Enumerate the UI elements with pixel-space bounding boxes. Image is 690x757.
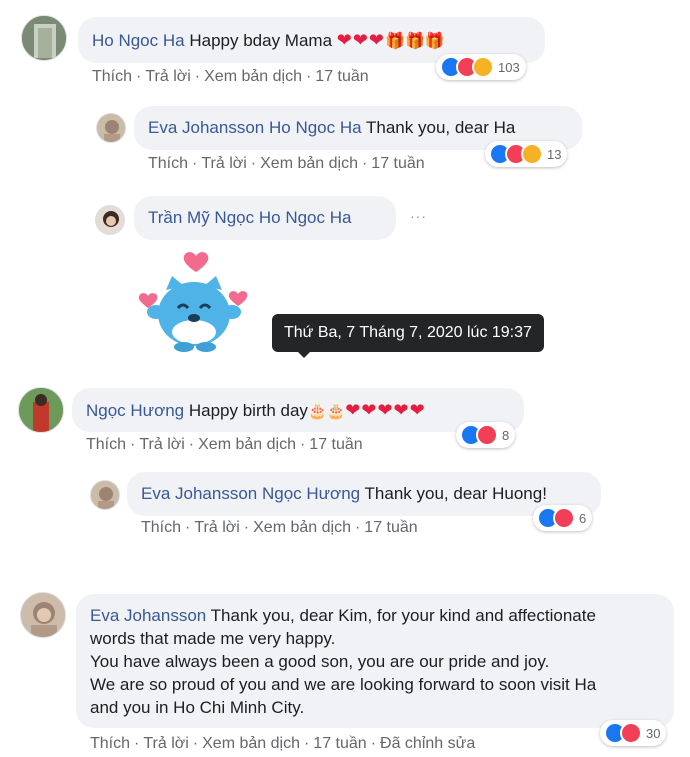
- avatar[interactable]: [90, 480, 120, 510]
- comment-author[interactable]: Eva Johansson: [90, 606, 206, 625]
- comment-text: Thank you, dear Huong!: [364, 484, 547, 503]
- reaction-count: 8: [502, 427, 510, 443]
- comment-actions: Thích · Trả lời · Xem bản dịch · 17 tuần: [92, 68, 369, 85]
- sticker: [132, 250, 254, 356]
- comment-time[interactable]: 17 tuần: [371, 155, 424, 172]
- comment-text-line: You have always been a good son, you are…: [90, 652, 550, 671]
- comment-actions: Thích · Trả lời · Xem bản dịch · 17 tuần: [148, 155, 425, 172]
- avatar-image: [91, 481, 119, 509]
- gift-emoji-icon: 🎁🎁🎁: [385, 33, 445, 50]
- avatar[interactable]: [95, 205, 125, 235]
- avatar-image: [96, 206, 124, 234]
- care-reaction-icon: [521, 143, 543, 165]
- reply-link[interactable]: Trả lời: [145, 68, 190, 85]
- avatar-image: [19, 388, 63, 432]
- mention-link[interactable]: Ngọc Hương: [262, 484, 360, 503]
- comment-text-line: We are so proud of you and we are lookin…: [90, 675, 597, 694]
- see-translation-link[interactable]: Xem bản dịch: [260, 155, 358, 172]
- reaction-summary[interactable]: 13: [485, 141, 568, 167]
- comment-time[interactable]: 17 tuần: [309, 436, 362, 453]
- comment-bubble: Ngọc Hương Happy birth day🎂🎂❤❤❤❤❤: [72, 388, 524, 432]
- comment-author[interactable]: Trần Mỹ Ngọc: [148, 208, 254, 227]
- reply-link[interactable]: Trả lời: [139, 436, 184, 453]
- comment-author[interactable]: Ngọc Hương: [86, 401, 184, 420]
- like-link[interactable]: Thích: [86, 436, 126, 453]
- avatar[interactable]: [21, 15, 67, 61]
- comment-text-line: and you in Ho Chi Minh City.: [90, 698, 305, 717]
- comment-text: Happy birth day: [188, 401, 308, 420]
- comment-bubble: Eva Johansson Thank you, dear Kim, for y…: [76, 594, 674, 728]
- reaction-summary[interactable]: 30: [600, 720, 667, 746]
- avatar-image: [21, 593, 65, 637]
- reaction-count: 6: [579, 510, 587, 526]
- avatar[interactable]: [96, 113, 126, 143]
- comment-actions: Thích · Trả lời · Xem bản dịch · 17 tuần: [141, 519, 418, 536]
- reply-link[interactable]: Trả lời: [194, 519, 239, 536]
- comment-time[interactable]: 17 tuần: [315, 68, 368, 85]
- edited-label[interactable]: Đã chỉnh sửa: [380, 735, 475, 752]
- heart-emoji-icon: ❤❤❤: [336, 30, 386, 50]
- reaction-summary[interactable]: 6: [533, 505, 593, 531]
- see-translation-link[interactable]: Xem bản dịch: [202, 735, 300, 752]
- comment-author[interactable]: Ho Ngoc Ha: [92, 31, 185, 50]
- mention-link[interactable]: Ho Ngoc Ha: [269, 118, 362, 137]
- comment-author[interactable]: Eva Johansson: [141, 484, 257, 503]
- comment-actions: Thích · Trả lời · Xem bản dịch · 17 tuần · Đã ch…: [90, 735, 476, 752]
- reaction-count: 13: [547, 146, 562, 162]
- reaction-summary[interactable]: 8: [456, 422, 516, 448]
- comment-time[interactable]: 17 tuần: [364, 519, 417, 536]
- mention-link[interactable]: Ho Ngoc Ha: [259, 208, 352, 227]
- love-reaction-icon: [620, 722, 642, 744]
- avatar[interactable]: [18, 387, 64, 433]
- comment-author[interactable]: Eva Johansson: [148, 118, 264, 137]
- see-translation-link[interactable]: Xem bản dịch: [204, 68, 302, 85]
- comment-text: Happy bday Mama: [189, 31, 333, 50]
- like-link[interactable]: Thích: [141, 519, 181, 536]
- love-reaction-icon: [476, 424, 498, 446]
- comment-text-line: words that made me very happy.: [90, 629, 336, 648]
- reply-link[interactable]: Trả lời: [143, 735, 188, 752]
- more-options-icon[interactable]: ···: [410, 208, 427, 224]
- cake-emoji-icon: 🎂🎂: [307, 403, 346, 420]
- reaction-count: 103: [498, 59, 520, 75]
- comment-bubble: Eva Johansson Ngọc Hương Thank you, dear…: [127, 472, 601, 516]
- like-link[interactable]: Thích: [148, 155, 188, 172]
- timestamp-tooltip: Thứ Ba, 7 Tháng 7, 2020 lúc 19:37: [272, 314, 544, 358]
- heart-emoji-icon: ❤❤❤❤❤: [345, 400, 426, 420]
- avatar[interactable]: [20, 592, 66, 638]
- love-reaction-icon: [553, 507, 575, 529]
- reaction-summary[interactable]: 103: [436, 54, 526, 80]
- like-link[interactable]: Thích: [90, 735, 130, 752]
- comment-actions: Thích · Trả lời · Xem bản dịch · 17 tuần: [86, 436, 363, 453]
- comment-text-line: Thank you, dear Kim, for your kind and a…: [210, 606, 596, 625]
- like-link[interactable]: Thích: [92, 68, 132, 85]
- avatar-image: [22, 16, 66, 60]
- cat-sticker-icon: [138, 252, 248, 352]
- avatar-image: [97, 114, 125, 142]
- comment-bubble: Trần Mỹ Ngọc Ho Ngoc Ha: [134, 196, 396, 240]
- care-reaction-icon: [472, 56, 494, 78]
- reaction-count: 30: [646, 725, 661, 741]
- see-translation-link[interactable]: Xem bản dịch: [253, 519, 351, 536]
- comment-time[interactable]: 17 tuần: [313, 735, 366, 752]
- comment-text: Thank you, dear Ha: [366, 118, 516, 137]
- see-translation-link[interactable]: Xem bản dịch: [198, 436, 296, 453]
- reply-link[interactable]: Trả lời: [201, 155, 246, 172]
